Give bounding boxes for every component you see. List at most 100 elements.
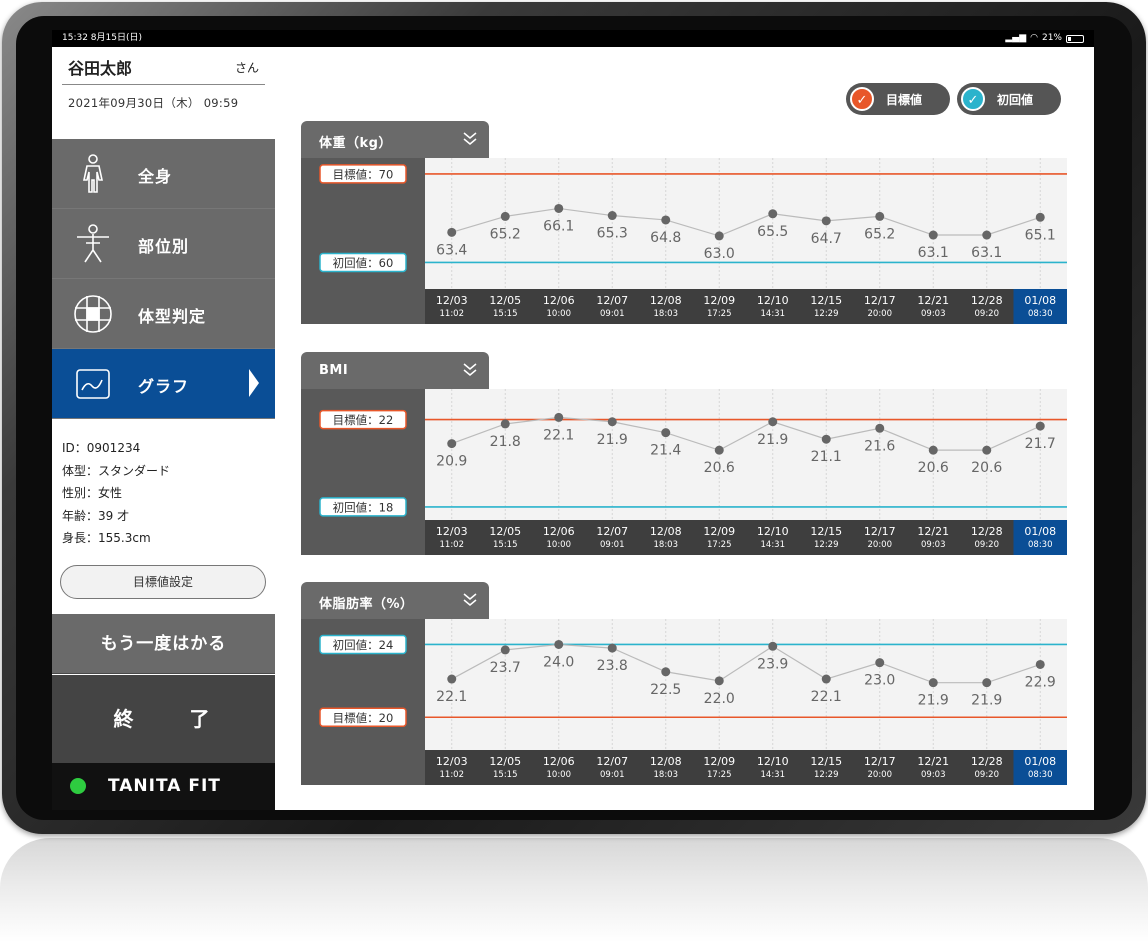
profile-id: ID：0901234: [62, 441, 141, 455]
user-honorific: さん: [234, 61, 259, 75]
main-content: ✓ 目標値 ✓ 初回値 体重（kg） 目標値：70 初回値：60 63.4 12/03…: [275, 47, 1094, 810]
legend-initial-toggle[interactable]: ✓ 初回値: [957, 83, 1061, 115]
data-label: 22.0: [704, 691, 735, 707]
x-tick-date: 12/03: [436, 525, 468, 538]
measurement-datetime: 2021年09月30日（木） 09:59: [68, 96, 239, 110]
bmi-panel: BMI 目標値：22 初回値：18 20.9 12/03 11:02 21.8 12/05 1…: [301, 352, 1067, 557]
panel-title: 体重（kg）: [319, 136, 392, 151]
data-point: [554, 412, 564, 422]
data-point: [768, 417, 778, 427]
data-point: [928, 230, 938, 240]
x-tick-date: 12/06: [543, 755, 575, 768]
data-label: 63.0: [704, 246, 735, 262]
plot-background: [425, 389, 1067, 520]
x-tick-date: 12/08: [650, 755, 682, 768]
data-point: [554, 639, 564, 649]
data-label: 63.1: [918, 245, 949, 261]
weight-panel-tab[interactable]: 体重（kg）: [301, 121, 489, 159]
x-tick-time: 09:20: [975, 770, 1000, 780]
x-tick-date: 12/09: [703, 294, 735, 307]
nav-body-type[interactable]: 体型判定: [52, 279, 275, 349]
x-tick-time: 09:20: [975, 309, 1000, 319]
nav-body-part[interactable]: 部位別: [52, 209, 275, 279]
app-screen: 15:32 8月15日(日) ▂▄▆ ◠ 21% 谷田太郎 さん 2021年09…: [52, 30, 1094, 810]
user-name: 谷田太郎: [68, 59, 133, 78]
x-tick-time: 17:25: [707, 309, 732, 319]
data-label: 21.9: [597, 432, 628, 448]
data-point: [875, 211, 885, 221]
x-tick-time: 18:03: [654, 540, 679, 550]
body-fat-panel-tab[interactable]: 体脂肪率（%）: [301, 582, 489, 620]
nav-label: 全身: [138, 167, 173, 186]
body-part-icon: [77, 224, 109, 263]
x-tick-date: 12/06: [543, 525, 575, 538]
data-point: [1035, 659, 1045, 669]
panel-title: BMI: [319, 363, 349, 378]
end-button[interactable]: 終 了: [52, 675, 275, 763]
measure-again-button[interactable]: もう一度はかる: [52, 614, 275, 674]
data-label: 21.6: [864, 438, 895, 454]
x-tick-date: 12/03: [436, 755, 468, 768]
x-tick-time: 11:02: [440, 770, 465, 780]
x-tick-time: 09:20: [975, 540, 1000, 550]
data-point: [928, 678, 938, 688]
graph-icon: [76, 369, 110, 399]
nav-label: 体型判定: [138, 307, 207, 326]
x-tick-date: 12/15: [810, 294, 842, 307]
status-indicators: ▂▄▆ ◠ 21%: [1005, 30, 1084, 47]
data-label: 24.0: [543, 654, 574, 670]
data-label: 21.4: [650, 443, 681, 459]
data-label: 23.0: [864, 673, 895, 689]
initial-label: 初回値：24: [333, 638, 394, 652]
data-label: 21.7: [1025, 436, 1056, 452]
data-label: 21.9: [971, 693, 1002, 709]
legend-initial-label: 初回値: [997, 93, 1034, 107]
check-icon: ✓: [850, 87, 874, 111]
x-tick-time: 08:30: [1028, 309, 1053, 319]
x-tick-date: 12/10: [757, 525, 789, 538]
data-point: [661, 667, 671, 677]
x-tick-date: 12/03: [436, 294, 468, 307]
body-fat-chart-area: 目標値：20 初回値：24 22.1 12/03 11:02 23.7 12/05 15:15…: [301, 619, 1067, 785]
profile-info: ID：0901234 体型：スタンダード 性別：女性 年齢：39 才 身長：15…: [52, 419, 275, 550]
nav-whole-body[interactable]: 全身: [52, 139, 275, 209]
target-setting-button[interactable]: 目標値設定: [60, 565, 266, 599]
x-tick-time: 10:00: [547, 770, 572, 780]
sidebar: 谷田太郎 さん 2021年09月30日（木） 09:59 全身 部位別 体型判定…: [52, 47, 275, 810]
x-tick-time: 17:25: [707, 540, 732, 550]
x-tick-date: 12/08: [650, 294, 682, 307]
x-tick-date: 12/07: [596, 294, 628, 307]
x-tick-time: 09:01: [600, 770, 625, 780]
initial-label: 初回値：60: [333, 256, 394, 270]
check-icon: ✓: [961, 87, 985, 111]
x-tick-time: 12:29: [814, 770, 839, 780]
status-bar: 15:32 8月15日(日) ▂▄▆ ◠ 21%: [52, 30, 1094, 47]
x-tick-date: 12/21: [917, 755, 949, 768]
bmi-panel-tab[interactable]: BMI: [301, 352, 489, 390]
nav-label: グラフ: [138, 377, 190, 396]
data-label: 22.1: [436, 689, 467, 705]
initial-label: 初回値：18: [333, 500, 394, 514]
data-label: 21.9: [757, 432, 788, 448]
x-tick-time: 09:01: [600, 309, 625, 319]
x-tick-time: 09:03: [921, 540, 946, 550]
data-point: [607, 643, 617, 653]
data-point: [714, 445, 724, 455]
panel-title: 体脂肪率（%）: [319, 597, 414, 612]
data-point: [447, 439, 457, 449]
weight-chart-area: 目標値：70 初回値：60 63.4 12/03 11:02 65.2 12/05 15:15…: [301, 158, 1067, 324]
data-label: 22.1: [543, 427, 574, 443]
nav-graph[interactable]: グラフ: [52, 349, 275, 419]
x-tick-time: 15:15: [493, 770, 518, 780]
chevron-down-icon: [463, 132, 477, 145]
data-point: [500, 645, 510, 655]
data-label: 22.9: [1025, 674, 1056, 690]
battery-icon: [1066, 34, 1084, 43]
data-point: [982, 678, 992, 688]
x-tick-time: 10:00: [547, 309, 572, 319]
data-point: [768, 641, 778, 651]
x-tick-time: 20:00: [868, 309, 893, 319]
data-label: 63.4: [436, 242, 467, 258]
data-point: [1035, 212, 1045, 222]
legend-target-toggle[interactable]: ✓ 目標値: [846, 83, 950, 115]
